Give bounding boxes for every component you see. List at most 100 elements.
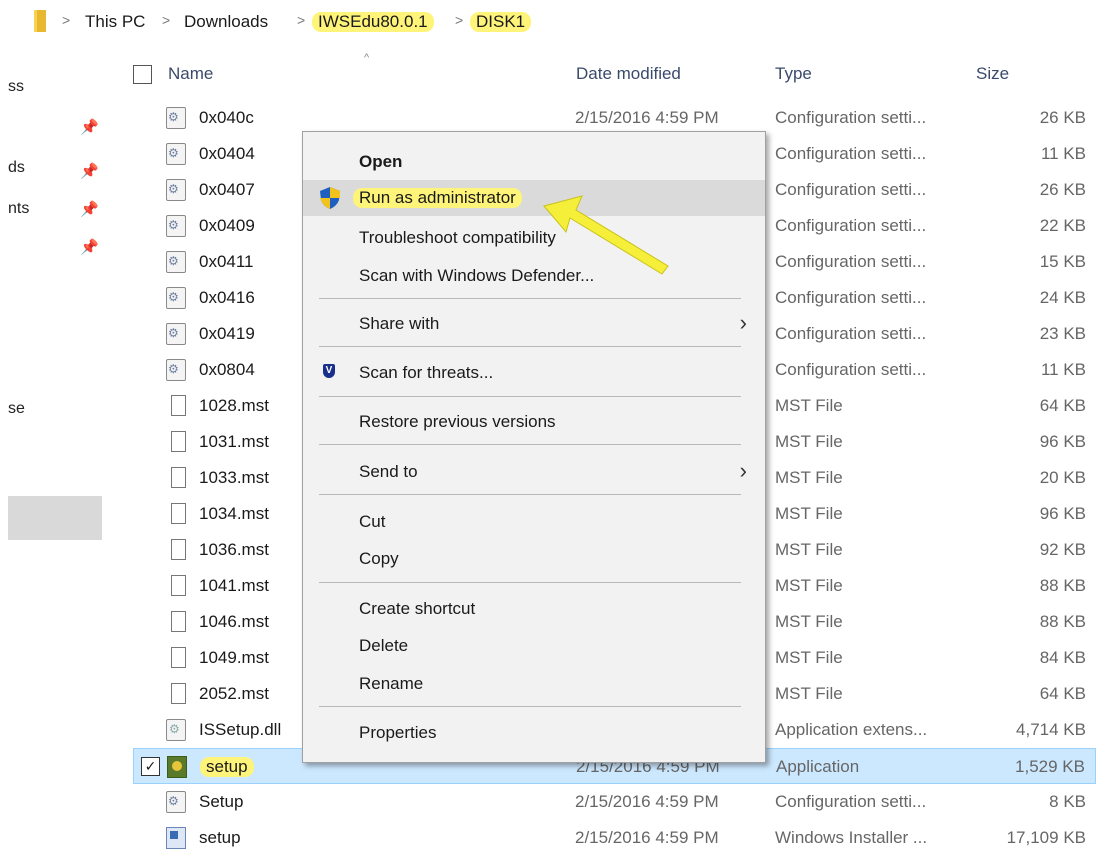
breadcrumb-this-pc[interactable]: This PC xyxy=(85,12,145,32)
column-header-date[interactable]: Date modified xyxy=(576,64,681,84)
nav-item-selected[interactable] xyxy=(8,496,102,540)
menu-item-delete[interactable]: Delete xyxy=(303,628,765,664)
column-header-type[interactable]: Type xyxy=(775,64,812,84)
pin-icon[interactable]: 📌 xyxy=(80,200,99,218)
file-name: 1049.mst xyxy=(199,648,269,667)
menu-item-troubleshoot[interactable]: Troubleshoot compatibility xyxy=(303,220,765,256)
file-size: 20 KB xyxy=(1039,468,1086,487)
file-name: 1034.mst xyxy=(199,504,269,523)
menu-separator xyxy=(319,494,741,495)
chevron-right-icon: > xyxy=(297,12,306,28)
address-bar[interactable]: > This PC > Downloads > IWSEdu80.0.1 > D… xyxy=(0,0,1097,44)
breadcrumb-disk1[interactable]: DISK1 xyxy=(470,12,532,32)
file-size: 26 KB xyxy=(1039,180,1086,199)
menu-item-share-with[interactable]: Share with › xyxy=(303,306,765,342)
column-header-name[interactable]: Name xyxy=(168,64,213,84)
nav-item-fragment[interactable]: ss xyxy=(8,78,24,96)
menu-item-properties[interactable]: Properties xyxy=(303,715,765,751)
file-name: 1041.mst xyxy=(199,576,269,595)
installer-icon xyxy=(166,827,186,849)
breadcrumb-iwsedu[interactable]: IWSEdu80.0.1 xyxy=(312,12,434,32)
file-type: MST File xyxy=(775,468,843,487)
file-type: MST File xyxy=(775,504,843,523)
file-type: Configuration setti... xyxy=(775,144,927,163)
blank-file-icon xyxy=(171,431,186,452)
file-name: Setup xyxy=(199,792,244,811)
file-name: 1036.mst xyxy=(199,540,269,559)
menu-item-open[interactable]: Open xyxy=(303,144,765,180)
config-file-icon xyxy=(166,143,186,165)
file-name: 1046.mst xyxy=(199,612,269,631)
file-name: 1031.mst xyxy=(199,432,269,451)
file-type: MST File xyxy=(775,576,843,595)
config-file-icon xyxy=(166,359,186,381)
pin-icon[interactable]: 📌 xyxy=(80,162,99,180)
file-name: 0x0411 xyxy=(199,252,254,271)
chevron-right-icon: > xyxy=(455,12,464,28)
file-type: MST File xyxy=(775,684,843,703)
menu-separator xyxy=(319,582,741,583)
file-size: 1,529 KB xyxy=(1015,757,1085,776)
file-row[interactable]: setup 2/15/2016 4:59 PM Windows Installer … xyxy=(133,820,1096,856)
file-size: 64 KB xyxy=(1039,684,1086,703)
file-size: 11 KB xyxy=(1040,360,1086,379)
file-size: 4,714 KB xyxy=(1016,720,1086,739)
application-icon xyxy=(167,756,187,778)
menu-item-run-as-administrator[interactable]: Run as administrator xyxy=(303,180,765,216)
sort-ascending-icon: ^ xyxy=(364,52,370,64)
file-name: setup xyxy=(199,828,241,847)
file-name: 0x040c xyxy=(199,108,254,127)
nav-item-fragment[interactable]: ds xyxy=(8,159,25,177)
menu-item-copy[interactable]: Copy xyxy=(303,541,765,577)
menu-separator xyxy=(319,298,741,299)
menu-separator xyxy=(319,346,741,347)
nav-item-fragment[interactable]: nts xyxy=(8,200,29,218)
column-header-size[interactable]: Size xyxy=(976,64,1009,84)
file-name: setup xyxy=(200,757,254,777)
file-type: MST File xyxy=(775,540,843,559)
submenu-chevron-icon: › xyxy=(739,310,747,335)
pin-icon[interactable]: 📌 xyxy=(80,238,99,256)
file-name: 2052.mst xyxy=(199,684,269,703)
nav-item-fragment[interactable]: se xyxy=(8,400,25,418)
menu-item-scan-defender[interactable]: Scan with Windows Defender... xyxy=(303,258,765,294)
file-size: 96 KB xyxy=(1039,432,1086,451)
file-size: 17,109 KB xyxy=(1006,828,1086,847)
menu-item-rename[interactable]: Rename xyxy=(303,666,765,702)
file-row[interactable]: Setup 2/15/2016 4:59 PM Configuration sett… xyxy=(133,784,1096,820)
config-file-icon xyxy=(166,323,186,345)
folder-icon xyxy=(34,10,46,32)
blank-file-icon xyxy=(171,539,186,560)
config-file-icon xyxy=(166,251,186,273)
breadcrumb-downloads[interactable]: Downloads xyxy=(184,12,268,32)
file-size: 92 KB xyxy=(1039,540,1086,559)
file-type: Configuration setti... xyxy=(775,792,927,811)
file-name: 0x0407 xyxy=(199,180,255,199)
menu-item-restore-previous-versions[interactable]: Restore previous versions xyxy=(303,404,765,440)
file-type: Application extens... xyxy=(775,720,928,739)
file-type: Configuration setti... xyxy=(775,216,927,235)
file-size: 26 KB xyxy=(1039,108,1086,127)
file-type: MST File xyxy=(775,432,843,451)
file-name: ISSetup.dll xyxy=(199,720,282,739)
file-type: Configuration setti... xyxy=(775,288,927,307)
chevron-right-icon: > xyxy=(162,12,171,28)
file-type: Application xyxy=(776,757,860,776)
blank-file-icon xyxy=(171,683,186,704)
file-date-modified: 2/15/2016 4:59 PM xyxy=(575,108,719,127)
pin-icon[interactable]: 📌 xyxy=(80,118,99,136)
menu-item-cut[interactable]: Cut xyxy=(303,504,765,540)
menu-item-scan-threats[interactable]: V Scan for threats... xyxy=(303,355,765,391)
file-type: Configuration setti... xyxy=(775,360,927,379)
menu-item-send-to[interactable]: Send to › xyxy=(303,454,765,490)
config-file-icon xyxy=(166,791,186,813)
row-checkbox[interactable]: ✓ xyxy=(141,757,160,776)
config-file-icon xyxy=(166,179,186,201)
file-size: 23 KB xyxy=(1039,324,1086,343)
select-all-checkbox[interactable] xyxy=(133,65,152,84)
file-date-modified: 2/15/2016 4:59 PM xyxy=(575,792,719,811)
menu-separator xyxy=(319,396,741,397)
menu-item-create-shortcut[interactable]: Create shortcut xyxy=(303,591,765,627)
file-type: MST File xyxy=(775,648,843,667)
file-name: 1028.mst xyxy=(199,396,269,415)
